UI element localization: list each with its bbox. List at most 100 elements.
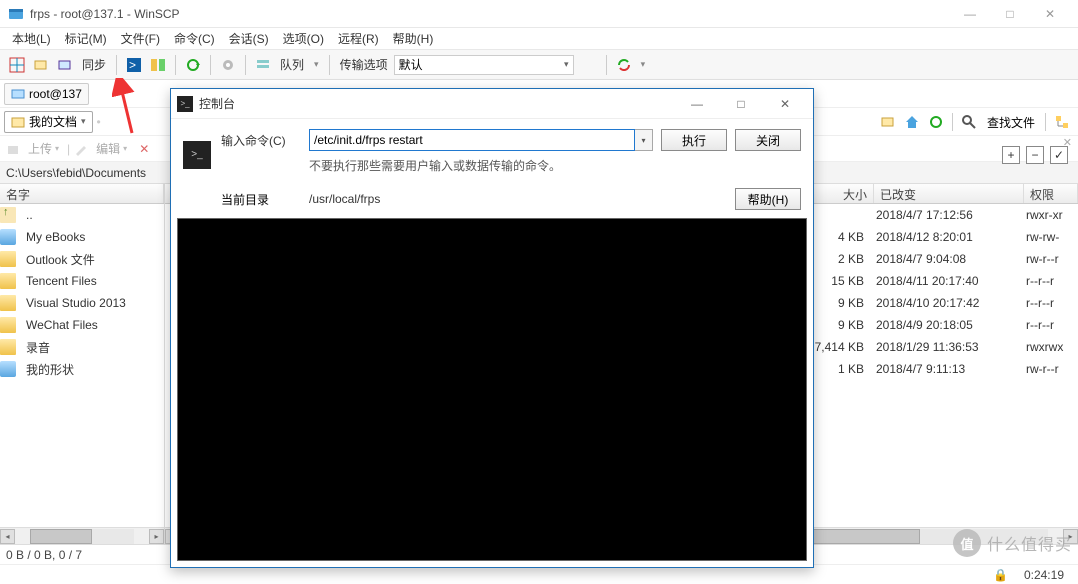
list-item[interactable]: 录音 <box>0 336 164 358</box>
session-tab[interactable]: root@137 <box>4 83 89 105</box>
col-changed[interactable]: 已改变 <box>874 184 1024 203</box>
title-bar: frps - root@137.1 - WinSCP — □ ✕ <box>0 0 1078 28</box>
console-output[interactable] <box>177 218 807 561</box>
transfer-mode-combo[interactable]: 默认▾ <box>394 55 574 75</box>
local-folder-combo[interactable]: 我的文档 ▾ <box>4 111 93 133</box>
table-row[interactable]: 7,414 KB2018/1/29 11:36:53rwxrwx <box>808 336 1078 358</box>
list-item[interactable]: 我的形状 <box>0 358 164 380</box>
list-item[interactable]: Outlook 文件 <box>0 248 164 270</box>
cell-perm: rw-r--r <box>1020 252 1074 266</box>
remote-view-buttons: + − ✓ <box>1002 146 1068 164</box>
table-row[interactable]: 15 KB2018/4/11 20:17:40r--r--r <box>808 270 1078 292</box>
reconnect-icon[interactable] <box>613 54 635 76</box>
toggle-button[interactable]: ✓ <box>1050 146 1068 164</box>
execute-button[interactable]: 执行 <box>661 129 727 151</box>
list-item[interactable]: Visual Studio 2013 <box>0 292 164 314</box>
item-label: Tencent Files <box>20 274 164 288</box>
queue-settings-icon[interactable] <box>252 54 274 76</box>
find-files-label[interactable]: 查找文件 <box>983 114 1039 131</box>
compare-icon[interactable] <box>147 54 169 76</box>
local-file-list[interactable]: .. My eBooks Outlook 文件 Tencent Files Visual… <box>0 204 164 380</box>
local-pane: 名字 .. My eBooks Outlook 文件 Tencent Files Vis… <box>0 184 165 544</box>
table-row[interactable]: 2018/4/7 17:12:56rwxr-xr <box>808 204 1078 226</box>
expand-button[interactable]: + <box>1002 146 1020 164</box>
item-label: .. <box>20 208 164 222</box>
cell-perm: rw-r--r <box>1020 362 1074 376</box>
cell-size: 4 KB <box>808 230 870 244</box>
table-row[interactable]: 4 KB2018/4/12 8:20:01rw-rw- <box>808 226 1078 248</box>
item-label: Outlook 文件 <box>20 251 164 268</box>
cell-perm: r--r--r <box>1020 318 1074 332</box>
upload-label: 上传 <box>28 140 52 157</box>
layout-icon[interactable] <box>6 54 28 76</box>
menu-command[interactable]: 命令(C) <box>168 28 221 49</box>
queue-dropdown-icon[interactable]: ▾ <box>310 59 323 70</box>
menu-session[interactable]: 会话(S) <box>223 28 275 49</box>
dialog-titlebar: 控制台 — □ ✕ <box>171 89 813 119</box>
cell-perm: rwxr-xr <box>1020 208 1074 222</box>
list-item[interactable]: WeChat Files <box>0 314 164 336</box>
window-minimize-button[interactable]: — <box>950 2 990 26</box>
table-row[interactable]: 1 KB2018/4/7 9:11:13rw-r--r <box>808 358 1078 380</box>
queue-label[interactable]: 队列 <box>276 56 308 73</box>
folder-icon <box>0 339 16 355</box>
cwd-value: /usr/local/frps <box>309 192 727 206</box>
open-session-icon[interactable] <box>54 54 76 76</box>
upload-button[interactable]: 上传 ▾ <box>24 140 63 157</box>
command-input-label: 输入命令(C) <box>221 132 301 149</box>
item-label: My eBooks <box>20 230 164 244</box>
find-icon[interactable] <box>959 112 979 132</box>
gear-icon[interactable] <box>217 54 239 76</box>
dialog-close-button[interactable]: ✕ <box>763 90 807 118</box>
dialog-cwd-row: 当前目录 /usr/local/frps 帮助(H) <box>171 186 813 218</box>
close-button[interactable]: 关闭 <box>735 129 801 151</box>
sync-label[interactable]: 同步 <box>78 56 110 73</box>
lock-icon: 🔒 <box>993 568 1008 582</box>
new-session-icon[interactable] <box>30 54 52 76</box>
command-input[interactable] <box>309 129 635 151</box>
refresh-icon[interactable] <box>182 54 204 76</box>
cwd-label: 当前目录 <box>221 191 301 208</box>
window-close-button[interactable]: ✕ <box>1030 2 1070 26</box>
cell-size: 9 KB <box>808 296 870 310</box>
cell-size: 2 KB <box>808 252 870 266</box>
edit-icon <box>74 142 88 156</box>
folder-icon <box>0 251 16 267</box>
item-label: WeChat Files <box>20 318 164 332</box>
selection-status: 0 B / 0 B, 0 / 7 <box>6 548 82 562</box>
table-row[interactable]: 2 KB2018/4/7 9:04:08rw-r--r <box>808 248 1078 270</box>
refresh-remote-icon[interactable] <box>926 112 946 132</box>
col-name[interactable]: 名字 <box>0 184 164 203</box>
cell-date: 2018/4/10 20:17:42 <box>870 296 1020 310</box>
remote-file-list[interactable]: 2018/4/7 17:12:56rwxr-xr4 KB2018/4/12 8:… <box>808 204 1078 527</box>
list-item[interactable]: My eBooks <box>0 226 164 248</box>
help-button[interactable]: 帮助(H) <box>735 188 801 210</box>
list-item[interactable]: .. <box>0 204 164 226</box>
local-hscroll[interactable]: ◂▸ <box>0 527 164 544</box>
reconnect-dropdown-icon[interactable]: ▾ <box>637 59 650 70</box>
window-maximize-button[interactable]: □ <box>990 2 1030 26</box>
table-row[interactable]: 9 KB2018/4/10 20:17:42r--r--r <box>808 292 1078 314</box>
terminal-icon[interactable]: > <box>123 54 145 76</box>
table-row[interactable]: 9 KB2018/4/9 20:18:05r--r--r <box>808 314 1078 336</box>
menu-options[interactable]: 选项(O) <box>277 28 330 49</box>
menu-mark[interactable]: 标记(M) <box>59 28 113 49</box>
menu-remote[interactable]: 远程(R) <box>332 28 385 49</box>
home-icon[interactable] <box>902 112 922 132</box>
item-label: 我的形状 <box>20 361 164 378</box>
edit-button[interactable]: 编辑 ▾ <box>92 140 131 157</box>
collapse-button[interactable]: − <box>1026 146 1044 164</box>
col-perm[interactable]: 权限 <box>1024 184 1078 203</box>
cell-perm: r--r--r <box>1020 296 1074 310</box>
col-size[interactable]: 大小 <box>812 184 874 203</box>
dialog-minimize-button[interactable]: — <box>675 90 719 118</box>
menu-local[interactable]: 本地(L) <box>6 28 57 49</box>
tree-icon[interactable] <box>1052 112 1072 132</box>
cell-date: 2018/4/7 9:04:08 <box>870 252 1020 266</box>
dialog-maximize-button[interactable]: □ <box>719 90 763 118</box>
menu-file[interactable]: 文件(F) <box>115 28 166 49</box>
new-folder-icon[interactable] <box>878 112 898 132</box>
list-item[interactable]: Tencent Files <box>0 270 164 292</box>
command-history-dropdown[interactable]: ▾ <box>635 129 653 151</box>
menu-help[interactable]: 帮助(H) <box>387 28 440 49</box>
